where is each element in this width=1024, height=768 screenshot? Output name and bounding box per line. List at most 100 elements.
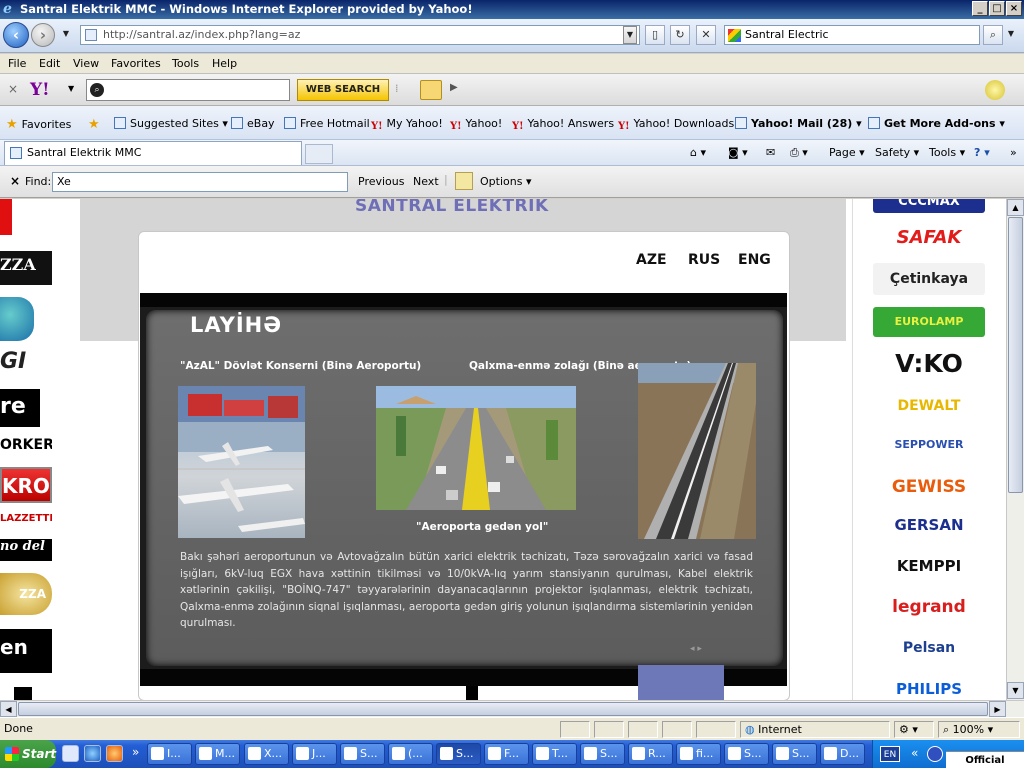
fav-yahoo-mail[interactable]: Yahoo! Mail (28) ▾ — [735, 117, 862, 130]
tools-menu[interactable]: Tools ▾ — [929, 146, 965, 159]
lang-eng-link[interactable]: ENG — [738, 252, 771, 268]
tray-expand-icon[interactable]: « — [911, 746, 918, 760]
favorites-button[interactable]: ★ Favorites — [6, 117, 71, 132]
find-previous-button[interactable]: Previous — [358, 175, 405, 188]
airport-photo[interactable] — [178, 386, 305, 538]
yahoo-menu-arrow[interactable]: ▼ — [68, 84, 74, 93]
home-icon[interactable]: ⌂ ▾ — [690, 146, 706, 159]
tab-santral-elektrik[interactable]: Santral Elektrik MMC — [4, 141, 302, 165]
minimize-button[interactable]: _ — [972, 1, 988, 16]
pager-arrows-icon[interactable]: ◂ ▸ — [690, 644, 702, 654]
close-toolbar-icon[interactable]: × — [8, 82, 18, 96]
taskbar-button-13[interactable]: S... — [724, 743, 769, 765]
brand-cccmax[interactable]: CCCMAX — [873, 199, 985, 213]
tray-app-icon[interactable] — [927, 746, 943, 762]
brand-philips[interactable]: PHILIPS — [873, 677, 985, 700]
brand-eurolamp[interactable]: EUROLAMP — [873, 307, 985, 337]
menu-file[interactable]: File — [8, 57, 26, 70]
brand-kemppi[interactable]: KEMPPI — [873, 553, 985, 579]
taskbar-button-14[interactable]: S... — [772, 743, 817, 765]
menu-help[interactable]: Help — [212, 57, 237, 70]
refresh-icon[interactable]: ↻ — [670, 25, 690, 45]
address-input[interactable]: http://santral.az/index.php?lang=az — [80, 25, 640, 45]
protected-mode-icon[interactable]: ⚙ ▾ — [894, 721, 934, 738]
menu-favorites[interactable]: Favorites — [111, 57, 161, 70]
brand-gersan[interactable]: GERSAN — [873, 511, 985, 539]
scroll-up-arrow[interactable]: ▲ — [1007, 199, 1024, 216]
settings-sun-icon[interactable] — [985, 80, 1005, 100]
zoom-level[interactable]: ⌕ 100% ▾ — [938, 721, 1020, 738]
quicklaunch-more-icon[interactable]: » — [132, 745, 139, 759]
fav-get-more-addons[interactable]: Get More Add-ons ▾ — [868, 117, 1005, 130]
vertical-scroll-thumb[interactable] — [1008, 217, 1023, 493]
taskbar-button-12[interactable]: fi... — [676, 743, 721, 765]
toolbar-more-arrow[interactable]: ▶ — [450, 82, 458, 93]
brand-logo-no-del[interactable]: no del — [0, 539, 52, 561]
runway-photo[interactable] — [638, 363, 756, 539]
search-input[interactable]: Santral Electric — [724, 25, 980, 45]
taskbar-button-8[interactable]: F... — [484, 743, 529, 765]
lang-aze-link[interactable]: AZE — [636, 252, 667, 268]
brand-safak[interactable]: SAFAK — [873, 225, 985, 251]
recent-pages-dropdown[interactable]: ▼ — [59, 26, 73, 44]
taskbar-button-7-active[interactable]: S... — [436, 743, 481, 765]
help-icon[interactable]: ? ▾ — [974, 146, 990, 159]
feeds-icon[interactable]: ◙ ▾ — [728, 146, 748, 159]
horizontal-scrollbar[interactable]: ◀ ▶ — [0, 700, 1024, 717]
fav-my-yahoo[interactable]: Y! My Yahoo! — [371, 117, 443, 132]
page-menu[interactable]: Page ▾ — [829, 146, 865, 159]
language-indicator[interactable]: EN — [880, 746, 900, 762]
brand-seppower[interactable]: SEPPOWER — [873, 429, 985, 461]
brand-logo-kro[interactable]: KRO — [0, 467, 52, 503]
fav-ebay[interactable]: eBay — [231, 117, 275, 130]
fav-free-hotmail[interactable]: Free Hotmail — [284, 117, 370, 130]
quicklaunch-ie-icon[interactable] — [84, 745, 101, 762]
brand-logo-pizza[interactable]: ZZA — [0, 251, 52, 285]
scroll-right-arrow[interactable]: ▶ — [989, 701, 1006, 717]
brand-logo-en[interactable]: en — [0, 629, 52, 673]
start-button[interactable]: Start — [0, 740, 56, 768]
search-button[interactable]: ⌕ — [983, 25, 1003, 45]
find-options-button[interactable]: Options ▾ — [480, 175, 531, 188]
notepad-icon[interactable] — [420, 80, 442, 100]
new-tab-button[interactable] — [305, 144, 333, 164]
menu-edit[interactable]: Edit — [39, 57, 60, 70]
brand-logo-blue[interactable] — [0, 297, 34, 341]
taskbar-button-5[interactable]: S... — [340, 743, 385, 765]
brand-pelsan[interactable]: Pelsan — [873, 635, 985, 661]
fav-yahoo[interactable]: Y! Yahoo! — [450, 117, 502, 132]
web-search-button[interactable]: WEB SEARCH — [297, 79, 389, 101]
compatibility-view-icon[interactable]: ▯ — [645, 25, 665, 45]
scroll-down-arrow[interactable]: ▼ — [1007, 682, 1024, 699]
search-options-arrow[interactable]: ▼ — [1004, 26, 1018, 44]
safety-menu[interactable]: Safety ▾ — [875, 146, 919, 159]
taskbar-button-1[interactable]: I... — [147, 743, 192, 765]
find-next-button[interactable]: Next — [413, 175, 439, 188]
forward-button[interactable]: › — [31, 23, 55, 47]
vertical-scrollbar[interactable]: ▲ ▼ — [1006, 199, 1024, 700]
fav-suggested-sites[interactable]: Suggested Sites ▾ — [114, 117, 228, 130]
brand-viko[interactable]: V:KO — [873, 347, 985, 381]
taskbar-button-6[interactable]: (... — [388, 743, 433, 765]
address-dropdown-arrow[interactable]: ▼ — [623, 26, 637, 44]
taskbar-button-11[interactable]: R... — [628, 743, 673, 765]
print-icon[interactable]: ⎙ ▾ — [790, 146, 808, 160]
security-zone[interactable]: ◍ Internet — [740, 721, 890, 738]
scroll-left-arrow[interactable]: ◀ — [0, 701, 17, 717]
back-button[interactable]: ‹ — [3, 22, 29, 48]
read-mail-icon[interactable]: ✉ — [766, 146, 775, 159]
taskbar-button-10[interactable]: S... — [580, 743, 625, 765]
close-find-icon[interactable]: × — [10, 174, 20, 188]
brand-logo-red[interactable] — [0, 199, 12, 235]
fav-yahoo-downloads[interactable]: Y! Yahoo! Downloads — [618, 117, 734, 132]
brand-dewalt[interactable]: DEWALT — [873, 393, 985, 419]
add-favorites-icon[interactable]: ★ — [88, 117, 104, 132]
horizontal-scroll-thumb[interactable] — [18, 702, 988, 716]
yahoo-logo[interactable]: Y! — [30, 80, 50, 100]
lang-rus-link[interactable]: RUS — [688, 252, 720, 268]
taskbar-button-2[interactable]: M... — [195, 743, 240, 765]
more-commands-icon[interactable]: » — [1010, 146, 1017, 159]
menu-tile[interactable] — [638, 665, 724, 700]
brand-logo-zza[interactable]: ZZA — [0, 573, 52, 615]
brand-gewiss[interactable]: GEWISS — [873, 473, 985, 501]
